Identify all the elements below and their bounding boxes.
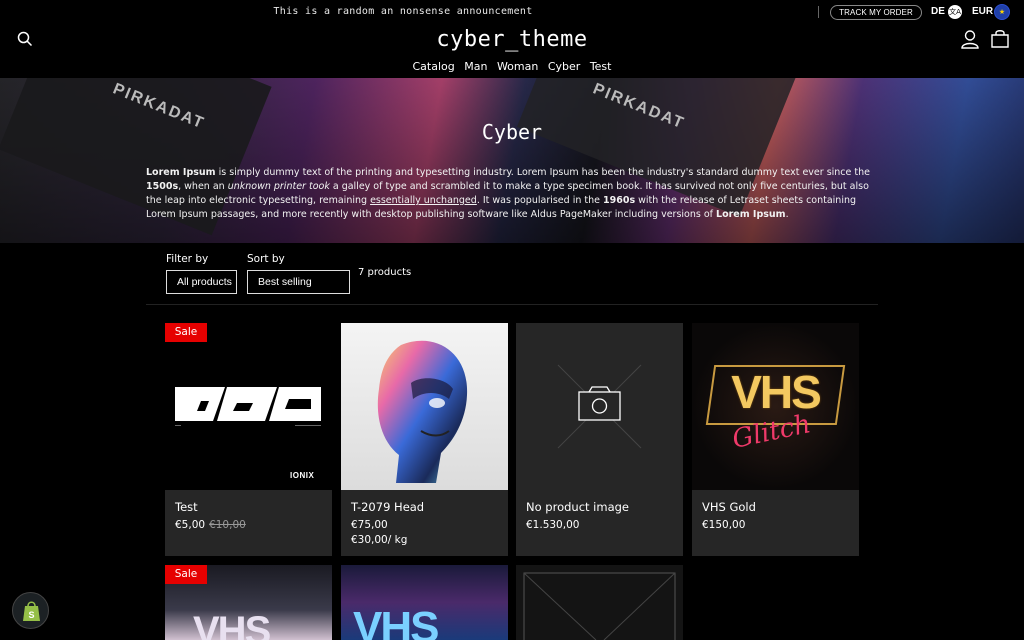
product-price: €75,00: [351, 519, 388, 531]
product-card-vhs-gold[interactable]: VHS Glitch VHS Gold €150,00: [692, 323, 859, 556]
product-card-row2-2[interactable]: VHS: [341, 565, 508, 640]
desc-bold-4: Lorem Ipsum: [716, 209, 786, 220]
cart-icon[interactable]: [989, 28, 1011, 50]
main-nav: Catalog Man Woman Cyber Test: [0, 60, 1024, 73]
nav-item-cyber[interactable]: Cyber: [548, 60, 580, 73]
desc-bold-1: Lorem Ipsum: [146, 167, 216, 178]
vhs-text: VHS: [353, 603, 439, 640]
desc-text-6: .: [785, 209, 789, 220]
product-image[interactable]: VHS Glitch: [692, 323, 859, 490]
sale-price: €5,00: [175, 519, 206, 531]
sale-badge: Sale: [165, 565, 207, 584]
nav-item-catalog[interactable]: Catalog: [413, 60, 455, 73]
sale-badge: Sale: [165, 323, 207, 342]
product-card-test[interactable]: IONIX Sale Test €5,00 €10,00: [165, 323, 332, 556]
store-logo[interactable]: cyber_theme: [0, 27, 1024, 52]
ionix-logo-graphic: [175, 387, 321, 426]
camera-placeholder-icon: [557, 364, 642, 449]
account-icon[interactable]: [960, 29, 980, 49]
track-order-button[interactable]: TRACK MY ORDER: [830, 5, 922, 20]
product-price: €150,00: [702, 519, 746, 531]
announcement-bar: This is a random an nonsense announcemen…: [0, 0, 1024, 24]
frame-graphic: [523, 572, 676, 640]
announcement-divider: [818, 6, 819, 18]
eu-flag-icon[interactable]: [994, 4, 1010, 20]
product-card-row2-3[interactable]: [516, 565, 683, 640]
vhs-text: VHS: [731, 366, 822, 418]
product-card-row2-1[interactable]: VHS Sale: [165, 565, 332, 640]
product-image-placeholder[interactable]: [516, 323, 683, 490]
desc-text-4: . It was popularised in the: [476, 195, 603, 206]
desc-link[interactable]: essentially unchanged: [370, 195, 477, 206]
desc-bold-3: 1960s: [603, 195, 636, 206]
translate-icon[interactable]: 文A: [948, 5, 962, 19]
announcement-text: This is a random an nonsense announcemen…: [273, 6, 533, 17]
product-image[interactable]: [516, 565, 683, 640]
desc-text-2: , when an: [178, 181, 228, 192]
filter-label: Filter by: [166, 253, 209, 265]
product-card-t2079-head[interactable]: T-2079 Head €75,00 €30,00/ kg: [341, 323, 508, 556]
product-title[interactable]: Test: [175, 500, 198, 514]
product-title[interactable]: No product image: [526, 500, 629, 514]
product-image[interactable]: VHS: [341, 565, 508, 640]
product-count: 7 products: [358, 267, 412, 278]
product-price: €5,00 €10,00: [175, 519, 246, 531]
desc-bold-2: 1500s: [146, 181, 179, 192]
compare-price: €10,00: [209, 519, 246, 531]
sort-label: Sort by: [247, 253, 285, 265]
brand-mark: IONIX: [290, 471, 315, 480]
filter-divider: [146, 304, 878, 305]
chrome-head-graphic: [377, 340, 468, 483]
language-selector[interactable]: DE: [931, 6, 945, 17]
vhs-text: VHS: [193, 609, 271, 640]
product-title[interactable]: T-2079 Head: [351, 500, 424, 514]
svg-text:S: S: [28, 610, 34, 620]
product-card-no-image[interactable]: No product image €1.530,00: [516, 323, 683, 556]
product-image[interactable]: IONIX: [165, 323, 332, 490]
desc-text-1: is simply dummy text of the printing and…: [215, 167, 870, 178]
shopify-bag-icon[interactable]: S: [12, 592, 49, 629]
collection-title: Cyber: [481, 120, 543, 144]
product-image[interactable]: [341, 323, 508, 490]
product-price: €1.530,00: [526, 519, 580, 531]
desc-italic: unknown printer took: [227, 181, 330, 192]
nav-item-man[interactable]: Man: [464, 60, 487, 73]
product-title[interactable]: VHS Gold: [702, 500, 756, 514]
nav-item-woman[interactable]: Woman: [497, 60, 538, 73]
sort-select[interactable]: Best selling: [247, 270, 350, 294]
nav-item-test[interactable]: Test: [590, 60, 612, 73]
unit-price: €30,00/ kg: [351, 534, 408, 546]
filter-select[interactable]: All products: [166, 270, 237, 294]
collection-description: Lorem Ipsum is simply dummy text of the …: [146, 166, 886, 222]
currency-selector[interactable]: EUR: [972, 6, 993, 17]
